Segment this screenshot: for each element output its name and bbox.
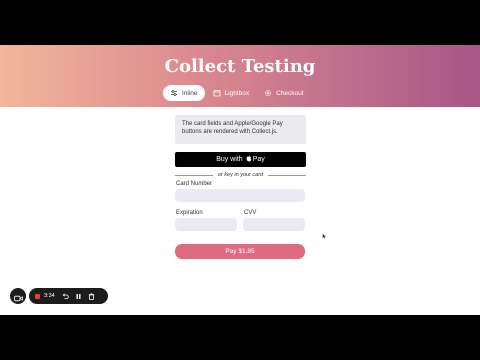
calendar-icon bbox=[213, 89, 221, 97]
info-notice: The card fields and Apple/Google Pay but… bbox=[175, 115, 306, 144]
cvv-field[interactable] bbox=[243, 218, 305, 231]
apple-pay-prefix: Buy with bbox=[216, 156, 243, 163]
tab-checkout[interactable]: Checkout bbox=[257, 85, 310, 101]
card-number-label: Card Number bbox=[176, 181, 213, 187]
gear-icon bbox=[264, 89, 272, 97]
expiration-label: Expiration bbox=[176, 210, 203, 216]
screen-recorder-controls: 3:34 bbox=[10, 288, 108, 304]
apple-pay-brand: Pay bbox=[252, 156, 265, 163]
video-camera-icon bbox=[13, 287, 23, 306]
tab-inline-label: Inline bbox=[182, 89, 198, 97]
app-window: Collect Testing Inline Lightbox Checkout bbox=[0, 45, 480, 315]
tab-lightbox[interactable]: Lightbox bbox=[206, 85, 257, 101]
divider-line-left bbox=[175, 174, 213, 176]
divider-line-right bbox=[268, 174, 306, 176]
pay-button[interactable]: Pay $1.85 bbox=[175, 244, 305, 259]
tab-bar: Inline Lightbox Checkout bbox=[163, 85, 312, 101]
recording-time: 3:34 bbox=[44, 293, 55, 299]
header-banner: Collect Testing Inline Lightbox Checkout bbox=[0, 45, 480, 107]
recording-bar: 3:34 bbox=[29, 288, 108, 304]
camera-button[interactable] bbox=[10, 288, 26, 304]
tab-checkout-label: Checkout bbox=[276, 89, 304, 97]
stop-recording-button[interactable] bbox=[35, 293, 40, 299]
sliders-icon bbox=[170, 89, 178, 97]
tab-lightbox-label: Lightbox bbox=[224, 89, 250, 97]
cvv-label: CVV bbox=[244, 210, 257, 216]
page-title: Collect Testing bbox=[164, 56, 316, 77]
mouse-cursor-icon bbox=[322, 225, 327, 244]
undo-icon[interactable] bbox=[61, 292, 70, 301]
divider-text: or key in your card bbox=[217, 172, 264, 178]
pause-icon[interactable] bbox=[74, 292, 83, 301]
apple-pay-button[interactable]: Buy with Pay bbox=[175, 152, 306, 167]
card-number-field[interactable] bbox=[175, 189, 305, 202]
or-divider: or key in your card bbox=[175, 171, 306, 179]
trash-icon[interactable] bbox=[87, 292, 96, 301]
tab-inline[interactable]: Inline bbox=[163, 85, 205, 101]
apple-logo-icon bbox=[246, 155, 252, 164]
expiration-field[interactable] bbox=[175, 218, 237, 231]
